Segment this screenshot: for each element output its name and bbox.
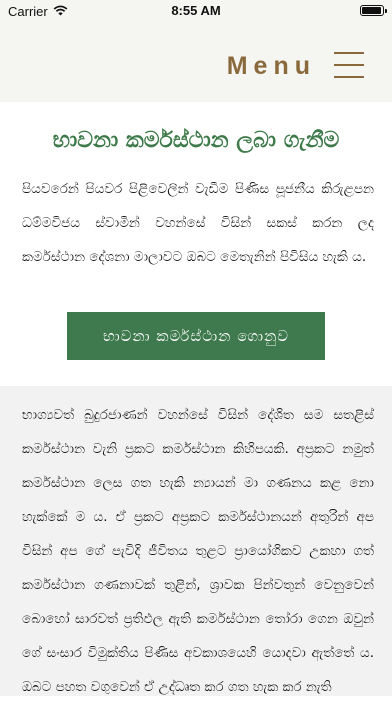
menu-label[interactable]: Menu	[227, 52, 316, 81]
hamburger-line	[334, 76, 364, 78]
status-bar: Carrier 8:55 AM	[0, 0, 392, 22]
intro-section: භාවනා කර්මස්ථාන ලබා ගැනීම පියවරෙන් පියවර…	[0, 102, 392, 386]
battery-icon	[360, 5, 387, 16]
status-time: 8:55 AM	[171, 3, 221, 18]
page-title: භාවනා කර්මස්ථාන ලබා ගැනීම	[52, 128, 340, 153]
hamburger-line	[334, 64, 364, 66]
article-section: භාග්‍යවත් බුදුරජාණන් වහන්සේ විසින් දේශිත…	[0, 386, 392, 696]
article-text: භාග්‍යවත් බුදුරජාණන් වහන්සේ විසින් දේශිත…	[22, 407, 374, 695]
intro-text: පියවරෙන් පියවර පිළිවෙලින් වැඩීම පිණිස පූ…	[22, 181, 374, 265]
meditation-collection-button[interactable]: භාවනා කර්මස්ථාන ගොනුව	[67, 312, 325, 360]
hamburger-icon[interactable]	[334, 52, 364, 78]
battery-fill	[362, 7, 381, 14]
hamburger-line	[334, 52, 364, 54]
app-header: Menu	[0, 22, 392, 102]
